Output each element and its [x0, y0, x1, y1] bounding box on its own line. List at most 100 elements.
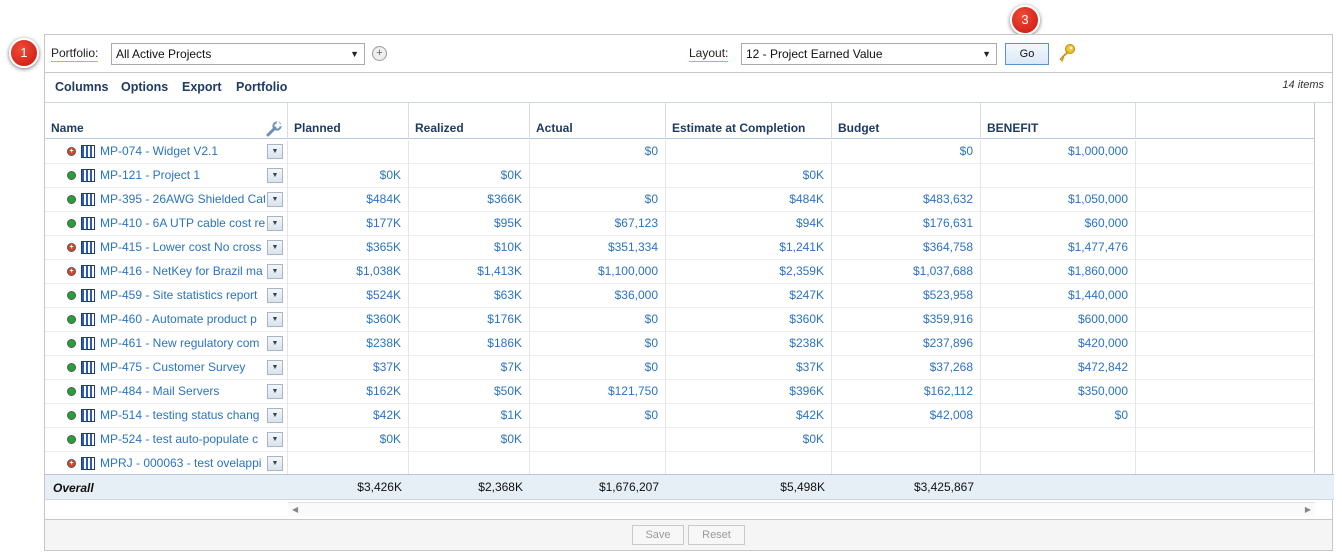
menu-export[interactable]: Export: [182, 80, 222, 94]
layout-select[interactable]: 12 - Project Earned Value ▼: [741, 43, 997, 65]
reset-button[interactable]: Reset: [688, 525, 745, 545]
cell-benefit: $600,000: [981, 308, 1136, 332]
cell-realized: [409, 140, 530, 164]
row-menu-dropdown-icon[interactable]: ▼: [267, 360, 283, 375]
row-menu-dropdown-icon[interactable]: ▼: [267, 192, 283, 207]
project-name-link[interactable]: MP-475 - Customer Survey: [100, 356, 265, 379]
cell-realized: $186K: [409, 332, 530, 356]
totals-row: Overall $3,426K $2,368K $1,676,207 $5,49…: [45, 474, 1334, 500]
cell-planned: [288, 140, 409, 164]
project-name-link[interactable]: MP-074 - Widget V2.1: [100, 140, 265, 163]
cell-empty: [1136, 188, 1315, 212]
project-name-link[interactable]: MP-514 - testing status chang: [100, 404, 265, 427]
cell-actual: $0: [530, 356, 666, 380]
portfolio-select[interactable]: All Active Projects ▼: [111, 43, 365, 65]
cell-planned: $1,038K: [288, 260, 409, 284]
total-planned: $3,426K: [357, 480, 402, 494]
cell-empty: [1136, 140, 1315, 164]
cell-planned: $0K: [288, 428, 409, 452]
cell-eac: $396K: [666, 380, 832, 404]
project-name-link[interactable]: MP-524 - test auto-populate c: [100, 428, 265, 451]
grid-menu: Columns Options Export Portfolio 14 item…: [45, 73, 1332, 103]
row-menu-dropdown-icon[interactable]: ▼: [267, 240, 283, 255]
wrench-icon[interactable]: [265, 120, 283, 138]
column-header-name[interactable]: Name: [45, 103, 288, 139]
save-button[interactable]: Save: [632, 525, 684, 545]
row-menu-dropdown-icon[interactable]: ▼: [267, 384, 283, 399]
cell-benefit: $420,000: [981, 332, 1136, 356]
project-icon: [81, 385, 95, 398]
cell-benefit: $1,440,000: [981, 284, 1136, 308]
menu-portfolio[interactable]: Portfolio: [236, 80, 287, 94]
column-header-actual[interactable]: Actual: [530, 103, 666, 139]
column-header-benefit[interactable]: BENEFIT: [981, 103, 1136, 139]
project-name-link[interactable]: MP-121 - Project 1: [100, 164, 265, 187]
cell-empty: [1136, 212, 1315, 236]
cell-empty: [1136, 404, 1315, 428]
grid-panel: Columns Options Export Portfolio 14 item…: [44, 73, 1334, 551]
cell-actual: [530, 428, 666, 452]
cell-budget: $483,632: [832, 188, 981, 212]
project-name-link[interactable]: MP-461 - New regulatory com: [100, 332, 265, 355]
project-name-link[interactable]: MP-460 - Automate product p: [100, 308, 265, 331]
footer-bar: Save Reset: [45, 519, 1332, 550]
cell-budget: $359,916: [832, 308, 981, 332]
cell-eac: $0K: [666, 428, 832, 452]
status-green-icon: [67, 315, 76, 324]
project-name-link[interactable]: MP-415 - Lower cost No cross: [100, 236, 265, 259]
menu-options[interactable]: Options: [121, 80, 168, 94]
row-menu-dropdown-icon[interactable]: ▼: [267, 264, 283, 279]
status-red-icon: +: [67, 243, 76, 252]
portfolio-select-value: All Active Projects: [116, 47, 212, 61]
column-header-planned[interactable]: Planned: [288, 103, 409, 139]
cell-benefit: $472,842: [981, 356, 1136, 380]
status-green-icon: [67, 339, 76, 348]
cell-benefit: [981, 428, 1136, 452]
project-name-link[interactable]: MP-410 - 6A UTP cable cost re: [100, 212, 265, 235]
plus-circle-icon[interactable]: +: [372, 46, 387, 61]
table-row: MP-461 - New regulatory com ▼ $238K $186K $0…: [45, 332, 1315, 356]
column-header-eac[interactable]: Estimate at Completion: [666, 103, 832, 139]
row-menu-dropdown-icon[interactable]: ▼: [267, 336, 283, 351]
project-name-link[interactable]: MPRJ - 000063 - test ovelappi: [100, 452, 265, 475]
go-button[interactable]: Go: [1005, 43, 1049, 65]
project-icon: [81, 361, 95, 374]
chevron-down-icon: ▼: [982, 49, 991, 59]
row-menu-dropdown-icon[interactable]: ▼: [267, 216, 283, 231]
scroll-left-icon[interactable]: ◀: [292, 503, 298, 517]
project-icon: [81, 193, 95, 206]
scroll-right-icon[interactable]: ▶: [1305, 503, 1311, 517]
row-menu-dropdown-icon[interactable]: ▼: [267, 168, 283, 183]
totals-label: Overall: [53, 481, 94, 495]
row-menu-dropdown-icon[interactable]: ▼: [267, 408, 283, 423]
cell-budget: $0: [832, 140, 981, 164]
key-icon[interactable]: [1057, 43, 1077, 63]
project-icon: [81, 409, 95, 422]
column-header-realized[interactable]: Realized: [409, 103, 530, 139]
cell-empty: [1136, 164, 1315, 188]
status-red-icon: +: [67, 459, 76, 468]
name-cell: MP-484 - Mail Servers ▼: [45, 380, 288, 404]
row-menu-dropdown-icon[interactable]: ▼: [267, 432, 283, 447]
cell-eac: $0K: [666, 164, 832, 188]
menu-columns[interactable]: Columns: [55, 80, 108, 94]
row-menu-dropdown-icon[interactable]: ▼: [267, 456, 283, 471]
cell-eac: [666, 452, 832, 476]
cell-realized: $366K: [409, 188, 530, 212]
total-realized: $2,368K: [478, 480, 523, 494]
cell-actual: $0: [530, 404, 666, 428]
status-green-icon: [67, 387, 76, 396]
project-name-link[interactable]: MP-484 - Mail Servers: [100, 380, 265, 403]
table-row: + MP-415 - Lower cost No cross ▼ $365K $10K $…: [45, 236, 1315, 260]
project-name-link[interactable]: MP-416 - NetKey for Brazil ma: [100, 260, 265, 283]
row-menu-dropdown-icon[interactable]: ▼: [267, 288, 283, 303]
column-header-budget[interactable]: Budget: [832, 103, 981, 139]
status-green-icon: [67, 171, 76, 180]
row-menu-dropdown-icon[interactable]: ▼: [267, 312, 283, 327]
horizontal-scrollbar[interactable]: ◀ ▶: [288, 502, 1315, 516]
row-menu-dropdown-icon[interactable]: ▼: [267, 144, 283, 159]
cell-actual: $351,334: [530, 236, 666, 260]
project-name-link[interactable]: MP-395 - 26AWG Shielded Cat: [100, 188, 265, 211]
cell-budget: [832, 164, 981, 188]
project-name-link[interactable]: MP-459 - Site statistics report: [100, 284, 265, 307]
